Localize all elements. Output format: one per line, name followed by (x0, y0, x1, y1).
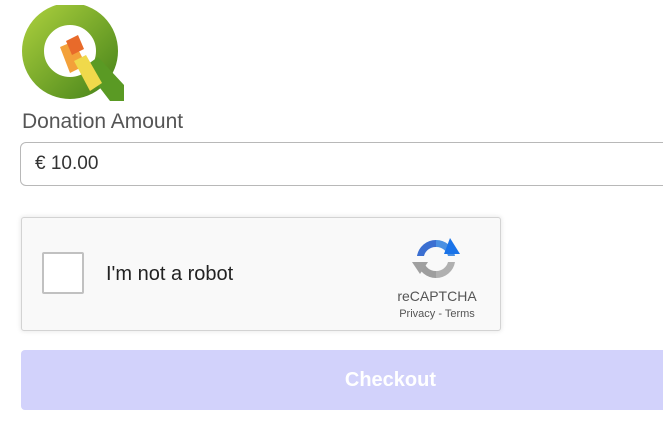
recaptcha-links: Privacy - Terms (375, 308, 499, 320)
recaptcha-checkbox-label: I'm not a robot (106, 263, 234, 285)
donation-amount-input[interactable]: € 10.00 (20, 142, 663, 186)
recaptcha-widget: I'm not a robot reCAPTCHA Privacy - Term… (21, 217, 501, 331)
qgis-logo-icon (22, 5, 124, 101)
donation-amount-value: € 10.00 (35, 153, 99, 174)
recaptcha-link-separator: - (435, 308, 445, 320)
recaptcha-brand: reCAPTCHA (397, 288, 477, 304)
recaptcha-privacy-link[interactable]: Privacy (399, 308, 435, 320)
checkout-button[interactable]: Checkout (21, 350, 663, 410)
checkout-button-label: Checkout (344, 368, 436, 391)
donation-page: Donation Amount € 10.00 I'm not a robot … (0, 0, 663, 424)
donation-amount-label: Donation Amount (22, 110, 184, 133)
recaptcha-checkbox[interactable] (42, 252, 84, 294)
recaptcha-terms-link[interactable]: Terms (445, 308, 475, 320)
recaptcha-logo-icon (412, 238, 460, 279)
